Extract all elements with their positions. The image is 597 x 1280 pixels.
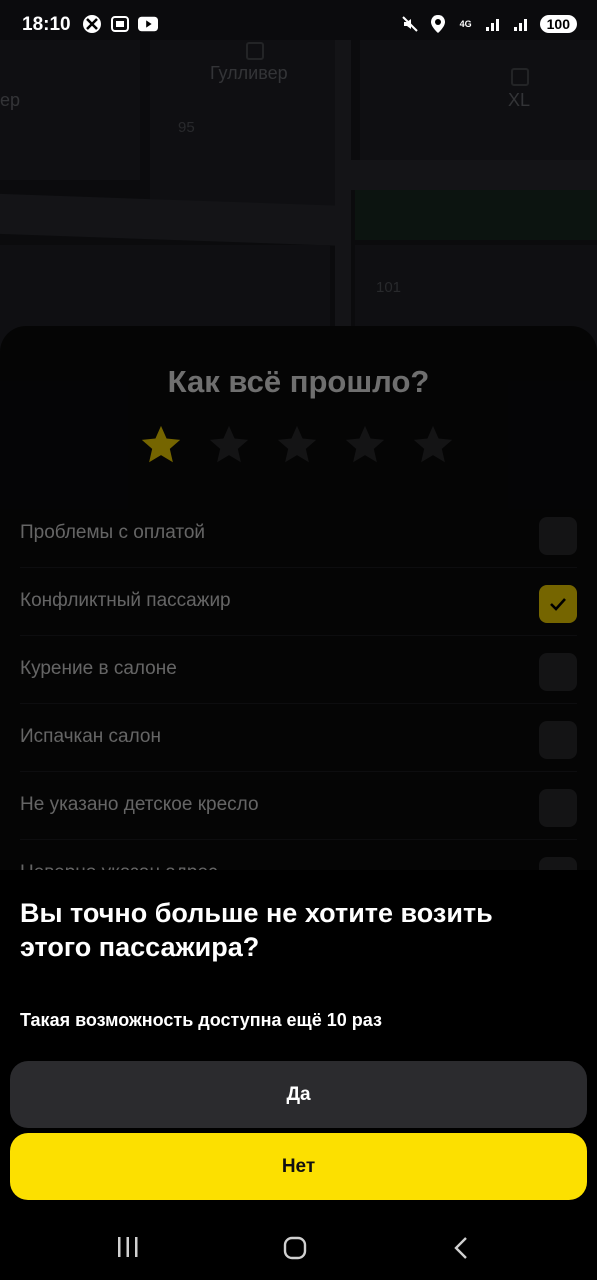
reason-option[interactable]: Конфликтный пассажир [20, 568, 577, 636]
gallery-icon [110, 14, 130, 34]
confirm-dialog: Вы точно больше не хотите возить этого п… [0, 870, 597, 1280]
reason-checkbox[interactable] [539, 517, 577, 555]
network-4g-icon: 4G [459, 19, 472, 29]
rating-title: Как всё прошло? [167, 364, 430, 399]
home-icon[interactable] [283, 1236, 307, 1260]
reason-option[interactable]: Не указано детское кресло [20, 772, 577, 840]
reason-label: Конфликтный пассажир [20, 590, 231, 611]
star-icon[interactable] [274, 422, 320, 468]
star-icon[interactable] [410, 422, 456, 468]
no-button[interactable]: Нет [10, 1133, 587, 1200]
reason-checkbox[interactable] [539, 721, 577, 759]
reason-label: Не указано детское кресло [20, 794, 259, 815]
checkmark-icon [550, 598, 566, 611]
system-navigation-bar [0, 1210, 597, 1280]
app-notification-icon [82, 14, 102, 34]
map-background: Гулливер XL ер 95 101 [0, 0, 597, 360]
recent-apps-icon[interactable] [116, 1236, 140, 1258]
reason-label: Испачкан салон [20, 726, 161, 747]
dialog-subtitle: Такая возможность доступна ещё 10 раз [20, 1010, 382, 1030]
reason-label: Курение в салоне [20, 658, 177, 679]
mute-icon [400, 14, 420, 34]
star-icon[interactable] [206, 422, 252, 468]
star-icon[interactable] [342, 422, 388, 468]
back-icon[interactable] [452, 1236, 470, 1260]
location-icon [428, 14, 448, 34]
reason-checkbox[interactable] [539, 585, 577, 623]
reason-checkbox[interactable] [539, 789, 577, 827]
map-poi-label: Гулливер [210, 63, 288, 83]
map-poi-label: XL [508, 90, 531, 110]
star-icon[interactable] [138, 422, 184, 468]
reason-option[interactable]: Проблемы с оплатой [20, 500, 577, 568]
shopping-bag-icon [511, 68, 529, 86]
map-house-number: 101 [376, 279, 402, 296]
status-bar: 18:10 4G 100 [0, 0, 597, 50]
battery-indicator: 100 [539, 15, 577, 33]
youtube-icon [138, 14, 158, 34]
reason-label: Проблемы с оплатой [20, 522, 206, 543]
reason-checkbox[interactable] [539, 653, 577, 691]
signal-icon [512, 14, 532, 34]
yes-button[interactable]: Да [10, 1061, 587, 1128]
dialog-question: Вы точно больше не хотите возить этого п… [20, 898, 493, 962]
map-poi-label: ер [0, 90, 21, 110]
reason-option[interactable]: Испачкан салон [20, 704, 577, 772]
reason-option[interactable]: Курение в салоне [20, 636, 577, 704]
star-rating[interactable] [138, 422, 456, 468]
signal-icon [484, 14, 504, 34]
map-house-number: 95 [178, 119, 195, 136]
status-time: 18:10 [22, 14, 71, 35]
